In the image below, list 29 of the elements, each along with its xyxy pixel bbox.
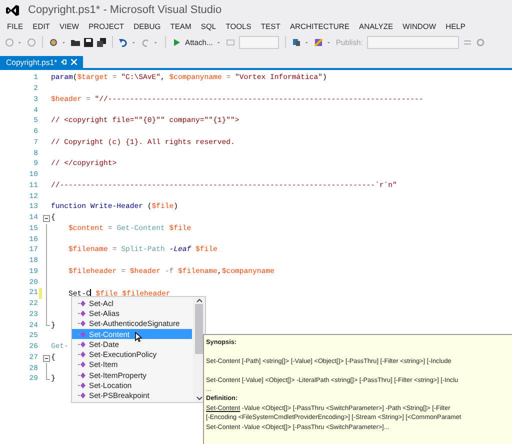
cmdlet-icon [78, 361, 86, 368]
collapse-icon[interactable] [43, 354, 50, 362]
play-icon[interactable] [172, 38, 181, 46]
cmdlet-icon [78, 351, 86, 358]
scroll-down-icon[interactable] [196, 396, 202, 401]
cmdlet-icon [78, 382, 86, 390]
scroll-up-icon[interactable] [196, 298, 202, 303]
cmdlet-icon [78, 372, 86, 379]
collapse-icon[interactable] [43, 214, 50, 222]
cmdlet-icon [78, 310, 86, 317]
fold-end-icon [46, 320, 50, 326]
vs-logo-icon [6, 4, 19, 16]
cmdlet-icon [78, 340, 86, 348]
cmdlet-icon [78, 320, 86, 328]
fold-end-icon [46, 374, 50, 380]
mouse-pointer-icon [134, 332, 142, 342]
redo-icon[interactable] [141, 38, 150, 46]
cmdlet-icon [78, 330, 86, 338]
cmdlet-icon [78, 392, 86, 400]
undo-icon[interactable] [119, 38, 128, 46]
save-icon[interactable] [84, 38, 93, 46]
open-folder-icon[interactable] [71, 38, 80, 46]
pin-icon[interactable] [61, 59, 68, 65]
fold-line-icon [46, 363, 47, 374]
cmdlet-icon [78, 300, 86, 307]
save-all-icon[interactable] [97, 38, 106, 46]
window-icon [226, 38, 235, 46]
close-icon[interactable] [71, 59, 78, 65]
window-title: Copyright.ps1* - Microsoft Visual Studio [28, 4, 222, 16]
